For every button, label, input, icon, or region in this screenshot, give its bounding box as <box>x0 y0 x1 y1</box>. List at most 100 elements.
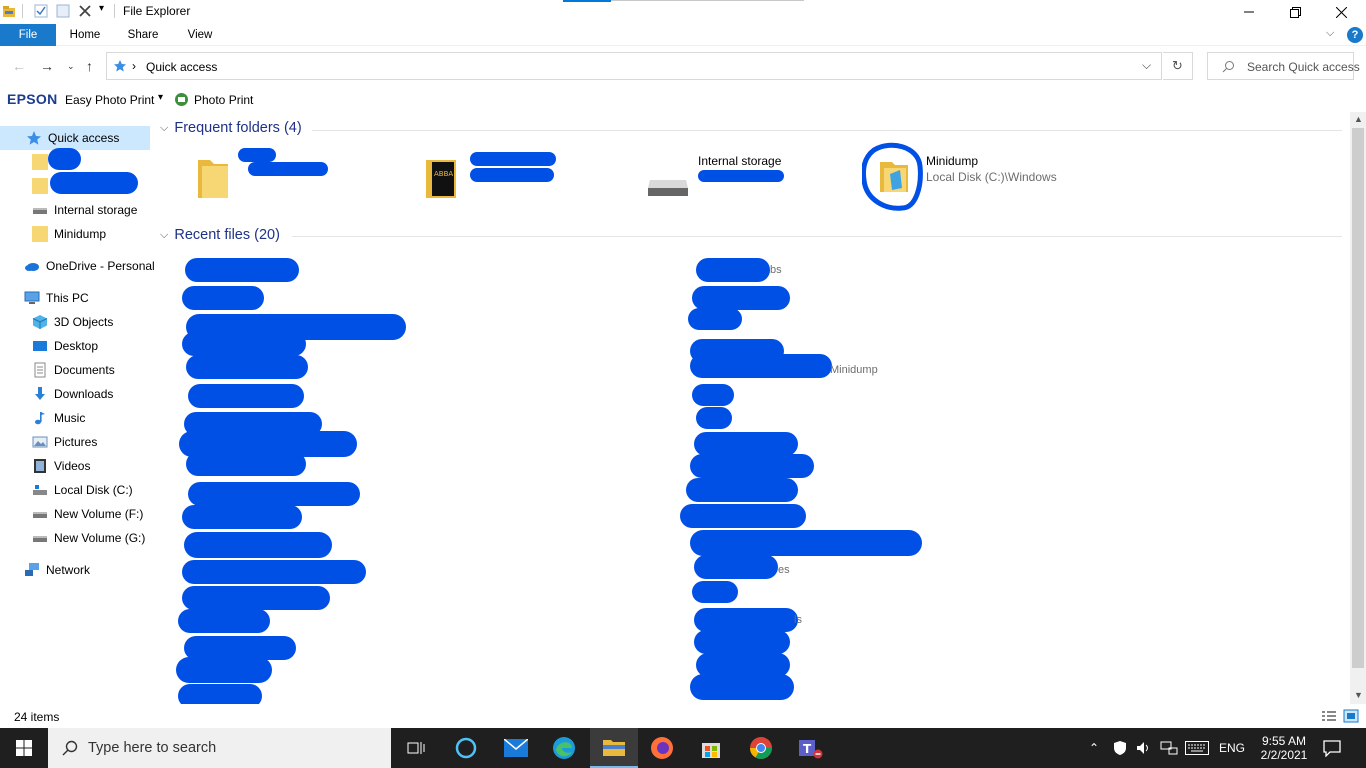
input-language[interactable]: ENG <box>1219 728 1245 768</box>
action-center-button[interactable] <box>1322 728 1342 768</box>
task-view-button[interactable] <box>392 728 440 768</box>
clock[interactable]: 9:55 AM 2/2/2021 <box>1252 728 1316 768</box>
table-row[interactable] <box>182 586 330 610</box>
sidebar-item-minidump[interactable]: Minidump <box>32 222 106 246</box>
table-row[interactable] <box>182 286 264 310</box>
table-row[interactable] <box>692 581 738 603</box>
table-row[interactable] <box>692 286 790 310</box>
sidebar-item-downloads[interactable]: Downloads <box>32 382 113 406</box>
folder-tile[interactable]: ABBA <box>426 156 458 200</box>
up-arrow-icon[interactable]: ↑ <box>86 58 93 74</box>
chrome-app[interactable] <box>737 728 785 768</box>
table-row[interactable] <box>188 482 360 506</box>
sidebar-item-onedrive[interactable]: OneDrive - Personal <box>24 254 155 278</box>
folder-tile[interactable] <box>861 140 924 212</box>
details-view-icon[interactable] <box>1321 709 1337 723</box>
table-row[interactable] <box>690 674 794 700</box>
security-shield-icon[interactable] <box>1112 728 1128 768</box>
sidebar-item-this-pc[interactable]: This PC <box>24 286 89 310</box>
folder-tile[interactable] <box>646 172 690 198</box>
show-hidden-icons-chevron-icon[interactable]: ⌃ <box>1089 728 1099 768</box>
table-row[interactable] <box>184 532 332 558</box>
expand-ribbon-chevron-icon[interactable]: ⌵ <box>1326 27 1334 40</box>
address-dropdown-chevron-icon[interactable]: ⌵ <box>1142 58 1151 73</box>
recent-files-header[interactable]: ⌵ Recent files (20) <box>160 227 280 243</box>
tab-file[interactable]: File <box>0 24 56 46</box>
sidebar-item-quick-access[interactable]: Quick access <box>0 126 150 150</box>
sidebar-item-new-volume-g[interactable]: New Volume (G:) <box>32 526 145 550</box>
tab-view[interactable]: View <box>177 24 223 46</box>
table-row[interactable] <box>694 608 798 632</box>
table-row[interactable] <box>182 560 366 584</box>
table-row[interactable] <box>696 407 732 429</box>
table-row[interactable] <box>182 505 302 529</box>
sidebar-item-pictures[interactable]: Pictures <box>32 430 97 454</box>
table-row[interactable] <box>692 384 734 406</box>
easy-photo-print-chevron-icon[interactable]: ▾ <box>158 92 163 103</box>
tab-share[interactable]: Share <box>120 24 166 46</box>
sidebar-item-music[interactable]: Music <box>32 406 85 430</box>
vertical-scrollbar[interactable]: ▲ ▼ <box>1350 112 1366 704</box>
refresh-button[interactable]: ↻ <box>1163 52 1193 80</box>
sidebar-item-desktop[interactable]: Desktop <box>32 334 98 358</box>
large-icons-view-icon[interactable] <box>1343 709 1359 723</box>
table-row[interactable] <box>690 530 922 556</box>
restore-button[interactable] <box>1272 0 1318 24</box>
table-row[interactable] <box>688 308 742 330</box>
sidebar-item-internal-storage[interactable]: Internal storage <box>32 198 137 222</box>
easy-photo-print-button[interactable]: Easy Photo Print <box>65 93 154 107</box>
mail-app[interactable] <box>492 728 540 768</box>
table-row[interactable] <box>686 478 798 502</box>
table-row[interactable] <box>178 609 270 633</box>
table-row[interactable] <box>176 657 272 683</box>
sidebar-item-videos[interactable]: Videos <box>32 454 90 478</box>
forward-arrow-icon[interactable]: → <box>40 58 54 74</box>
sidebar-item-documents[interactable]: Documents <box>32 358 115 382</box>
start-button[interactable] <box>0 728 48 768</box>
teams-app[interactable]: T <box>786 728 834 768</box>
taskbar-search-input[interactable]: Type here to search <box>48 728 391 768</box>
table-row[interactable] <box>185 258 299 282</box>
file-explorer-app[interactable] <box>590 728 638 768</box>
delete-icon[interactable] <box>78 4 92 18</box>
table-row[interactable] <box>694 555 778 579</box>
sidebar-item-network[interactable]: Network <box>24 558 90 582</box>
network-status-icon[interactable] <box>1160 728 1178 768</box>
search-input[interactable]: Search Quick access <box>1207 52 1360 80</box>
scroll-up-arrow-icon[interactable]: ▲ <box>1354 114 1363 124</box>
new-folder-icon[interactable] <box>56 4 70 18</box>
sidebar-item-3d-objects[interactable]: 3D Objects <box>32 310 113 334</box>
table-row[interactable] <box>694 630 790 654</box>
firefox-app[interactable] <box>638 728 686 768</box>
scrollbar-thumb[interactable] <box>1352 128 1364 668</box>
back-arrow-icon[interactable]: ← <box>12 58 26 74</box>
collapse-chevron-icon[interactable]: ⌵ <box>160 229 168 242</box>
folder-tile[interactable] <box>196 152 230 200</box>
table-row[interactable] <box>680 504 806 528</box>
store-app[interactable] <box>687 728 735 768</box>
minimize-button[interactable] <box>1226 0 1272 24</box>
breadcrumb[interactable]: Quick access <box>146 60 217 74</box>
cortana-button[interactable] <box>442 728 490 768</box>
frequent-folders-header[interactable]: ⌵ Frequent folders (4) <box>160 120 302 136</box>
table-row[interactable] <box>690 454 814 478</box>
sidebar-item-new-volume-f[interactable]: New Volume (F:) <box>32 502 143 526</box>
address-bar[interactable]: › Quick access ⌵ <box>106 52 1162 80</box>
table-row[interactable] <box>188 384 304 408</box>
close-button[interactable] <box>1318 0 1364 24</box>
help-icon[interactable]: ? <box>1347 27 1363 43</box>
table-row[interactable] <box>182 332 306 356</box>
table-row[interactable] <box>694 432 798 456</box>
recent-locations-chevron-icon[interactable]: ⌄ <box>67 61 75 72</box>
edge-app[interactable] <box>540 728 588 768</box>
table-row[interactable] <box>696 258 770 282</box>
sidebar-item-local-disk-c[interactable]: Local Disk (C:) <box>32 478 133 502</box>
volume-icon[interactable] <box>1136 728 1152 768</box>
photo-print-button[interactable]: Photo Print <box>194 93 253 107</box>
table-row[interactable] <box>186 452 306 476</box>
properties-icon[interactable] <box>34 4 48 18</box>
scroll-down-arrow-icon[interactable]: ▼ <box>1354 690 1363 700</box>
touch-keyboard-icon[interactable] <box>1185 728 1209 768</box>
table-row[interactable] <box>186 355 308 379</box>
tab-home[interactable]: Home <box>62 24 108 46</box>
